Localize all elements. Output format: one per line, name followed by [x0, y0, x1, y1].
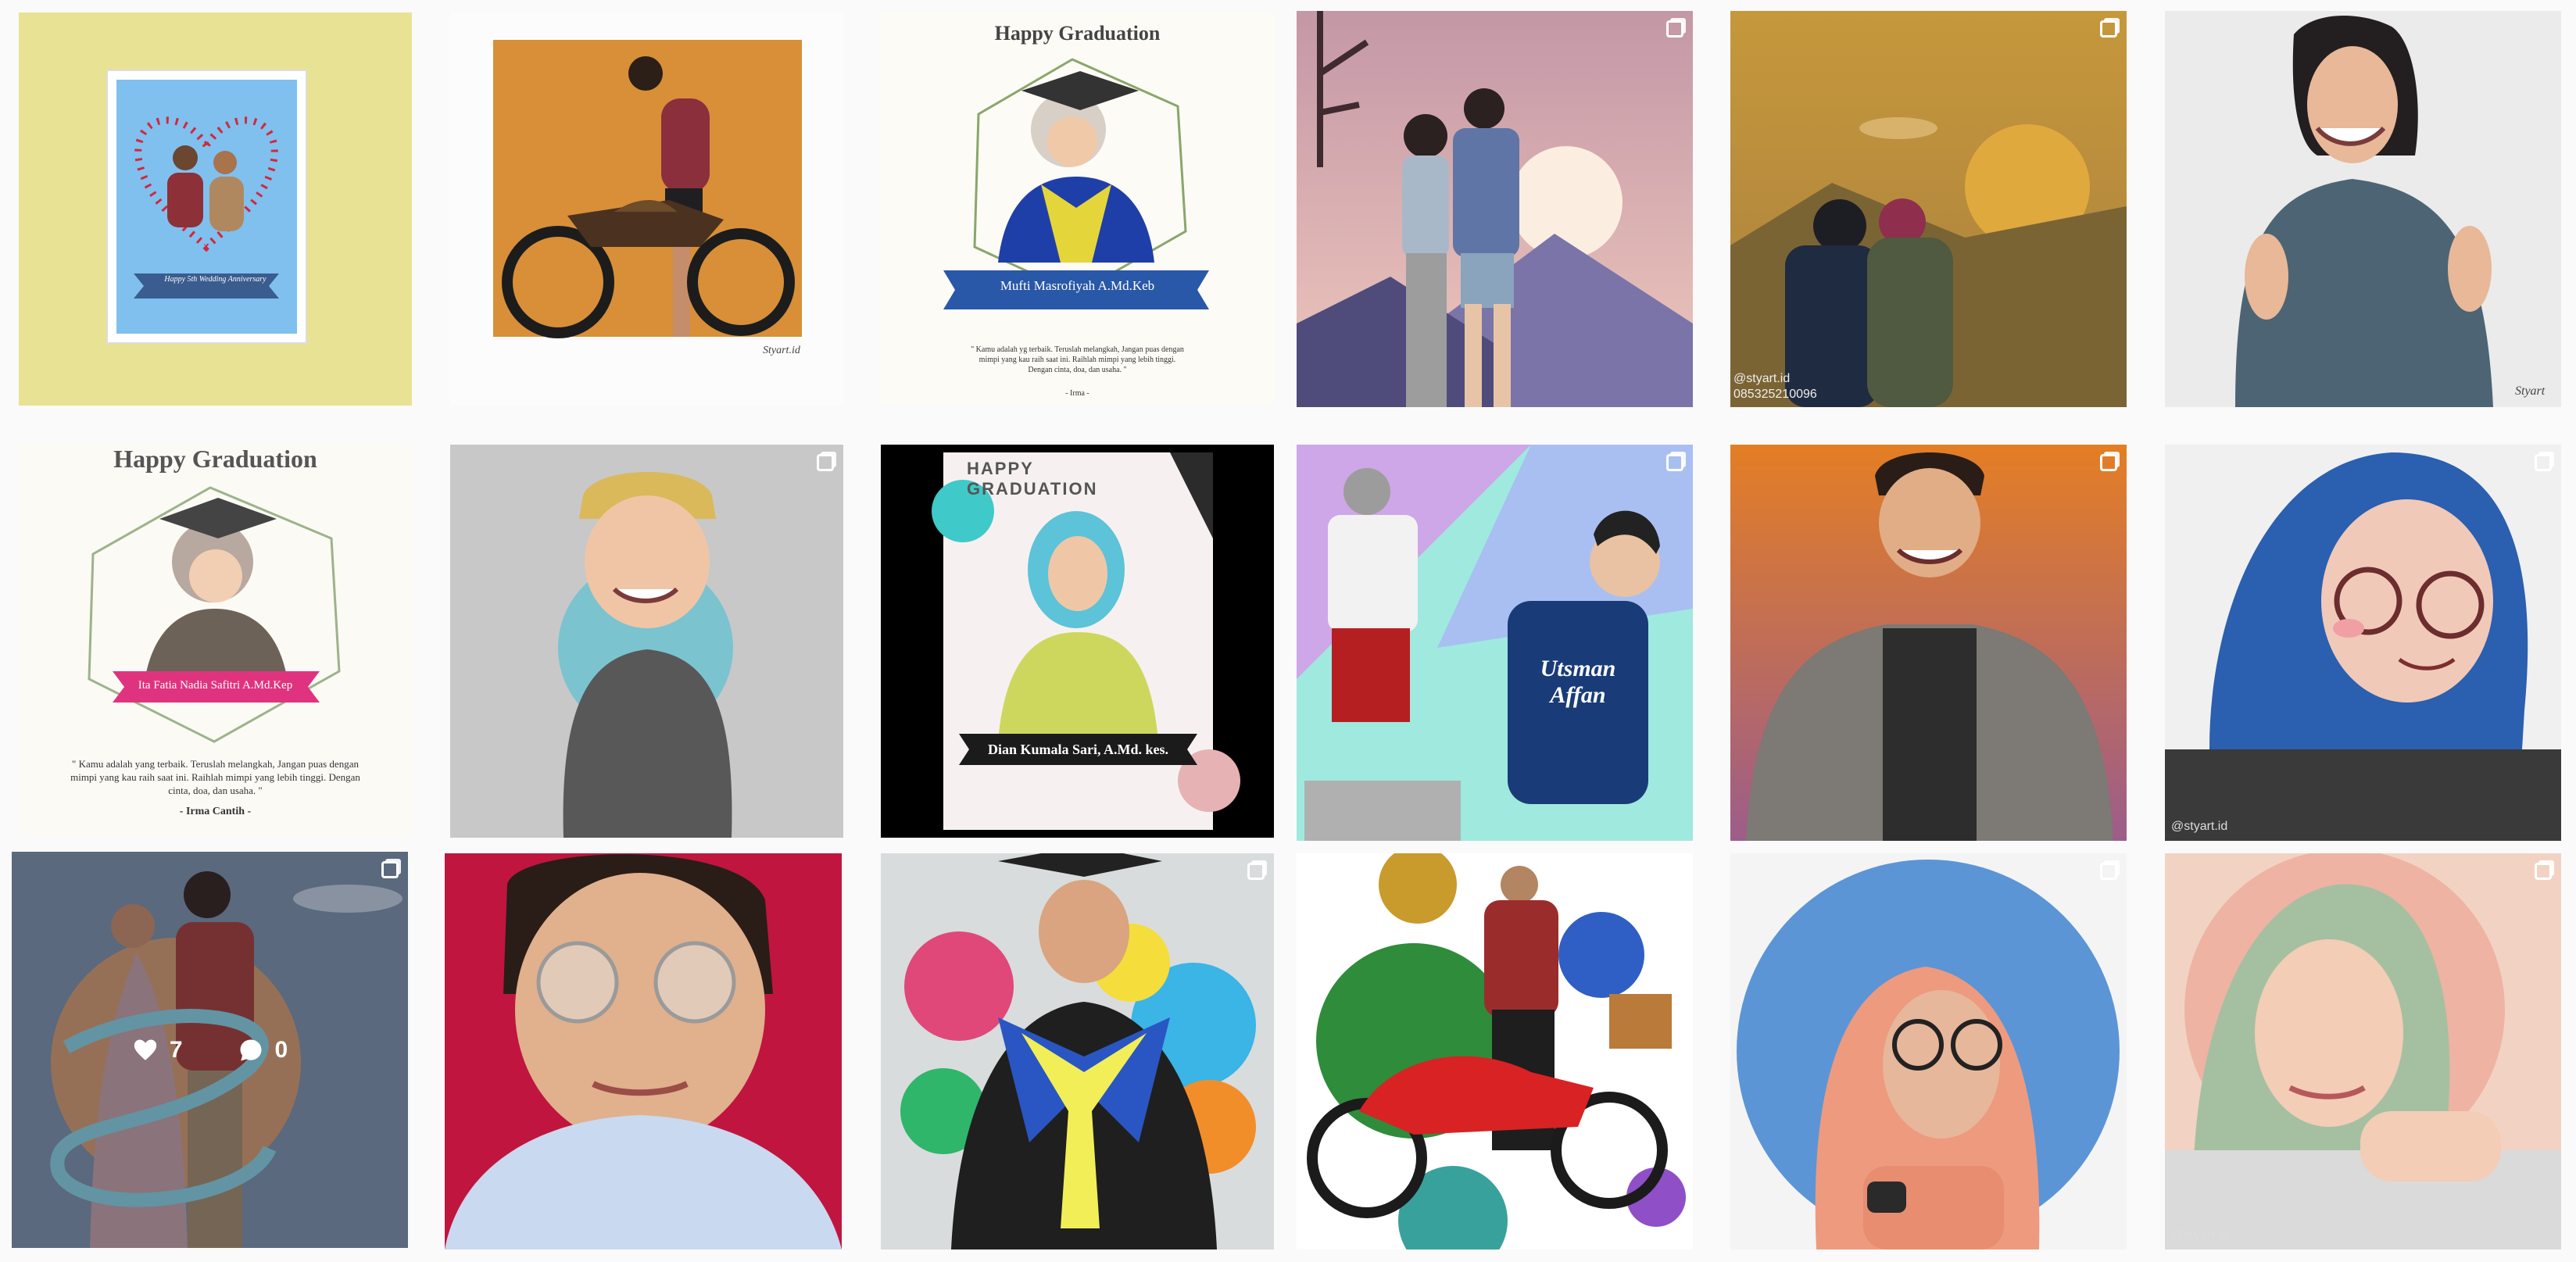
post-tile-graduation-ita[interactable]: Happy Graduation Ita Fatia Nadia Safitri… — [19, 445, 412, 838]
post-tile-man-glasses[interactable] — [445, 853, 842, 1249]
post-tile-hijab-glasses[interactable]: @styart.id — [2165, 445, 2561, 841]
multiple-posts-icon — [2100, 454, 2117, 471]
post-tile-graduation-mufti[interactable]: Happy Graduation Mufti Masrofiyah A.Md.K… — [881, 13, 1274, 406]
anniversary-caption: Happy 5th Wedding Anniversary — [164, 275, 267, 284]
post-hover-overlay: 7 0 — [12, 852, 408, 1248]
graduate-name-banner: Mufti Masrofiyah A.Md.Keb — [1000, 278, 1155, 293]
multiple-posts-icon — [381, 861, 399, 878]
couple-sunset-illustration — [1297, 11, 1693, 407]
post-tile-delivery-rider[interactable] — [1297, 853, 1693, 1249]
quote-author: - Irma Cantih - — [179, 806, 252, 817]
post-tile-couple-hug[interactable]: @styart.id 085325210096 — [1730, 11, 2127, 407]
post-tile-man-dark-shirt[interactable]: Styart — [2165, 11, 2561, 407]
post-tile-couple-sunset[interactable] — [1297, 11, 1693, 407]
post-tile-hijab-green[interactable]: @styart.id — [2165, 853, 2561, 1249]
graduate-frame-illustration — [932, 452, 1240, 830]
graduation-quote: " Kamu adalah yang terbaik. Teruslah mel… — [70, 758, 360, 796]
phone-watermark: 085325210096 — [1733, 388, 1817, 401]
post-tile-boy-statue[interactable]: Utsman Affan — [1297, 445, 1693, 841]
multiple-posts-icon — [2535, 863, 2552, 880]
post-tile-man-batik[interactable] — [1730, 445, 2127, 841]
delivery-rider-illustration — [1307, 853, 1686, 1249]
artist-signature: Styart.id — [763, 345, 800, 356]
post-tile-hijab-orange[interactable] — [1730, 853, 2127, 1249]
anniversary-illustration — [106, 70, 307, 344]
batik-man-illustration — [1730, 445, 2127, 841]
comments-count: 0 — [274, 1036, 288, 1063]
post-tile-couple-ribbon[interactable]: 7 0 — [12, 852, 408, 1248]
multiple-posts-icon — [2100, 863, 2117, 880]
heart-icon — [134, 1039, 156, 1060]
multiple-posts-icon — [1666, 454, 1683, 471]
likes-count: 7 — [169, 1036, 183, 1063]
hijab-orange-illustration — [1737, 860, 2120, 1249]
caricature-illustration — [558, 472, 733, 838]
shirt-text: Utsman Affan — [1540, 656, 1616, 708]
graduate-name-banner: Ita Fatia Nadia Safitri A.Md.Kep — [138, 679, 293, 692]
hijab-green-illustration — [2165, 853, 2561, 1249]
multiple-posts-icon — [2100, 20, 2117, 38]
post-tile-motorbike[interactable]: Styart.id — [450, 13, 843, 406]
man-glasses-illustration — [445, 853, 842, 1249]
post-tile-graduation-dian[interactable]: HAPPY GRADUATION Dian Kumala Sari, A.Md.… — [881, 445, 1274, 838]
multiple-posts-icon — [1666, 20, 1683, 38]
watermark-text: @styart.id — [2171, 820, 2228, 833]
graduation-header: HAPPY GRADUATION — [967, 459, 1098, 499]
man-portrait-illustration — [2235, 16, 2493, 407]
comment-icon — [240, 1039, 261, 1060]
graduation-quote: " Kamu adalah yg terbaik. Teruslah melan… — [971, 345, 1184, 374]
multiple-posts-icon — [817, 454, 834, 471]
post-tile-man-peci[interactable] — [450, 445, 843, 838]
watermark-text: @styart.id — [1733, 372, 1791, 385]
artist-signature: Styart — [2515, 384, 2546, 398]
multiple-posts-icon — [2535, 454, 2552, 471]
graduate-name-banner: Dian Kumala Sari, A.Md. kes. — [987, 742, 1169, 757]
quote-author: - Irma - — [1065, 389, 1089, 398]
graduate-splash-illustration — [900, 853, 1256, 1249]
comments-stat: 0 — [238, 1037, 288, 1064]
boy-statue-illustration — [1297, 445, 1693, 841]
likes-stat: 7 — [132, 1037, 183, 1064]
hijab-portrait-illustration — [2165, 452, 2561, 841]
post-tile-graduate-splash[interactable] — [881, 853, 1274, 1249]
multiple-posts-icon — [1247, 863, 1265, 880]
post-tile-anniversary[interactable]: Happy 5th Wedding Anniversary — [19, 13, 412, 406]
couple-hug-illustration — [1730, 11, 2127, 407]
watermark-text: @styart.id — [2171, 1228, 2228, 1242]
